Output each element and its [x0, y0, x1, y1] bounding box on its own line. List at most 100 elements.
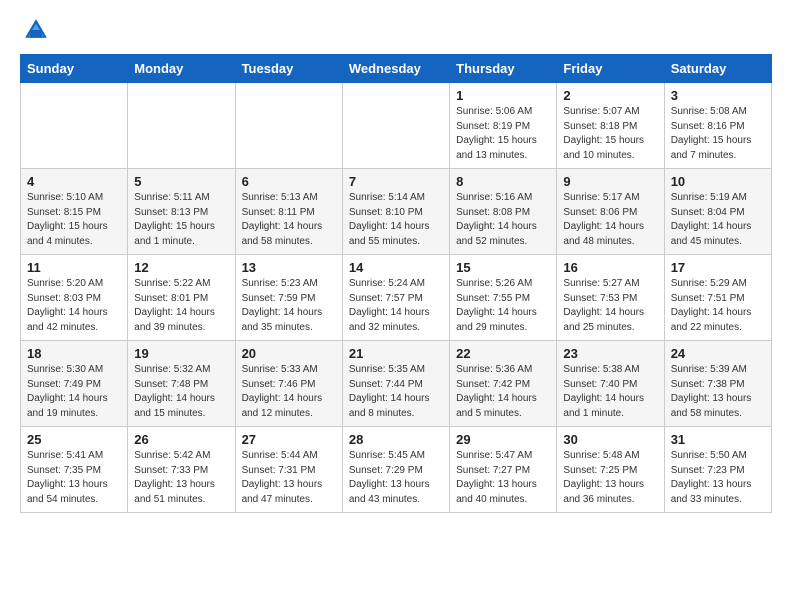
calendar-cell: [128, 83, 235, 169]
day-number: 8: [456, 174, 550, 189]
day-number: 30: [563, 432, 657, 447]
day-info: Sunrise: 5:19 AM Sunset: 8:04 PM Dayligh…: [671, 191, 765, 249]
day-info: Sunrise: 5:33 AM Sunset: 7:46 PM Dayligh…: [242, 363, 336, 421]
calendar-cell: 2Sunrise: 5:07 AM Sunset: 8:18 PM Daylig…: [557, 83, 664, 169]
day-number: 19: [134, 346, 228, 361]
calendar-cell: 8 Sunrise: 5:16 AM Sunset: 8:08 PM Daylig…: [450, 169, 557, 255]
calendar-week-row: 4 Sunrise: 5:10 AM Sunset: 8:15 PM Daylig…: [21, 169, 772, 255]
day-number: 12: [134, 260, 228, 275]
calendar-cell: 9 Sunrise: 5:17 AM Sunset: 8:06 PM Daylig…: [557, 169, 664, 255]
col-header-friday: Friday: [557, 55, 664, 83]
day-info: Sunrise: 5:44 AM Sunset: 7:31 PM Dayligh…: [242, 449, 336, 507]
day-number: 20: [242, 346, 336, 361]
day-number: 11: [27, 260, 121, 275]
day-info: Sunrise: 5:47 AM Sunset: 7:27 PM Dayligh…: [456, 449, 550, 507]
calendar-cell: [21, 83, 128, 169]
day-info: Sunrise: 5:50 AM Sunset: 7:23 PM Dayligh…: [671, 449, 765, 507]
page: SundayMondayTuesdayWednesdayThursdayFrid…: [0, 0, 792, 529]
logo-icon: [22, 16, 50, 44]
day-info: Sunrise: 5:14 AM Sunset: 8:10 PM Dayligh…: [349, 191, 443, 249]
calendar-cell: 22 Sunrise: 5:36 AM Sunset: 7:42 PM Dayli…: [450, 341, 557, 427]
day-info: Sunrise: 5:17 AM Sunset: 8:06 PM Dayligh…: [563, 191, 657, 249]
header: [20, 16, 772, 44]
calendar-cell: [235, 83, 342, 169]
day-info: Sunrise: 5:30 AM Sunset: 7:49 PM Dayligh…: [27, 363, 121, 421]
calendar-cell: 11 Sunrise: 5:20 AM Sunset: 8:03 PM Dayli…: [21, 255, 128, 341]
day-number: 1: [456, 88, 550, 103]
calendar-cell: 27 Sunrise: 5:44 AM Sunset: 7:31 PM Dayli…: [235, 427, 342, 513]
day-info: Sunrise: 5:48 AM Sunset: 7:25 PM Dayligh…: [563, 449, 657, 507]
calendar-cell: 3 Sunrise: 5:08 AM Sunset: 8:16 PM Daylig…: [664, 83, 771, 169]
calendar-week-row: 11 Sunrise: 5:20 AM Sunset: 8:03 PM Dayli…: [21, 255, 772, 341]
calendar-cell: 26 Sunrise: 5:42 AM Sunset: 7:33 PM Dayli…: [128, 427, 235, 513]
day-info: Sunrise: 5:06 AM Sunset: 8:19 PM Dayligh…: [456, 105, 550, 163]
day-number: 31: [671, 432, 765, 447]
calendar-week-row: 18 Sunrise: 5:30 AM Sunset: 7:49 PM Dayli…: [21, 341, 772, 427]
day-number: 24: [671, 346, 765, 361]
day-number: 26: [134, 432, 228, 447]
calendar-cell: 28 Sunrise: 5:45 AM Sunset: 7:29 PM Dayli…: [342, 427, 449, 513]
day-info: Sunrise: 5:26 AM Sunset: 7:55 PM Dayligh…: [456, 277, 550, 335]
calendar-week-row: 25 Sunrise: 5:41 AM Sunset: 7:35 PM Dayli…: [21, 427, 772, 513]
day-number: 28: [349, 432, 443, 447]
day-info: Sunrise: 5:22 AM Sunset: 8:01 PM Dayligh…: [134, 277, 228, 335]
day-info: Sunrise: 5:29 AM Sunset: 7:51 PM Dayligh…: [671, 277, 765, 335]
day-info: Sunrise: 5:36 AM Sunset: 7:42 PM Dayligh…: [456, 363, 550, 421]
day-number: 3: [671, 88, 765, 103]
day-info: Sunrise: 5:24 AM Sunset: 7:57 PM Dayligh…: [349, 277, 443, 335]
day-info: Sunrise: 5:23 AM Sunset: 7:59 PM Dayligh…: [242, 277, 336, 335]
col-header-saturday: Saturday: [664, 55, 771, 83]
day-info: Sunrise: 5:16 AM Sunset: 8:08 PM Dayligh…: [456, 191, 550, 249]
calendar-cell: 7 Sunrise: 5:14 AM Sunset: 8:10 PM Daylig…: [342, 169, 449, 255]
day-info: Sunrise: 5:35 AM Sunset: 7:44 PM Dayligh…: [349, 363, 443, 421]
calendar-cell: 21 Sunrise: 5:35 AM Sunset: 7:44 PM Dayli…: [342, 341, 449, 427]
day-number: 7: [349, 174, 443, 189]
day-number: 17: [671, 260, 765, 275]
day-number: 9: [563, 174, 657, 189]
calendar-cell: [342, 83, 449, 169]
day-number: 5: [134, 174, 228, 189]
calendar-cell: 19 Sunrise: 5:32 AM Sunset: 7:48 PM Dayli…: [128, 341, 235, 427]
calendar-cell: 18 Sunrise: 5:30 AM Sunset: 7:49 PM Dayli…: [21, 341, 128, 427]
day-number: 4: [27, 174, 121, 189]
day-number: 22: [456, 346, 550, 361]
calendar-cell: 1 Sunrise: 5:06 AM Sunset: 8:19 PM Daylig…: [450, 83, 557, 169]
calendar-cell: 24 Sunrise: 5:39 AM Sunset: 7:38 PM Dayli…: [664, 341, 771, 427]
day-number: 10: [671, 174, 765, 189]
calendar-cell: 6Sunrise: 5:13 AM Sunset: 8:11 PM Daylig…: [235, 169, 342, 255]
calendar-week-row: 1 Sunrise: 5:06 AM Sunset: 8:19 PM Daylig…: [21, 83, 772, 169]
calendar-cell: 23Sunrise: 5:38 AM Sunset: 7:40 PM Dayli…: [557, 341, 664, 427]
day-number: 29: [456, 432, 550, 447]
calendar-header-row: SundayMondayTuesdayWednesdayThursdayFrid…: [21, 55, 772, 83]
day-info: Sunrise: 5:32 AM Sunset: 7:48 PM Dayligh…: [134, 363, 228, 421]
calendar-cell: 13 Sunrise: 5:23 AM Sunset: 7:59 PM Dayli…: [235, 255, 342, 341]
calendar-cell: 17 Sunrise: 5:29 AM Sunset: 7:51 PM Dayli…: [664, 255, 771, 341]
calendar-cell: 5 Sunrise: 5:11 AM Sunset: 8:13 PM Daylig…: [128, 169, 235, 255]
day-info: Sunrise: 5:13 AM Sunset: 8:11 PM Dayligh…: [242, 191, 336, 249]
day-number: 14: [349, 260, 443, 275]
day-number: 18: [27, 346, 121, 361]
calendar-cell: 16Sunrise: 5:27 AM Sunset: 7:53 PM Dayli…: [557, 255, 664, 341]
col-header-tuesday: Tuesday: [235, 55, 342, 83]
day-number: 25: [27, 432, 121, 447]
calendar-cell: 25 Sunrise: 5:41 AM Sunset: 7:35 PM Dayli…: [21, 427, 128, 513]
col-header-sunday: Sunday: [21, 55, 128, 83]
calendar-table: SundayMondayTuesdayWednesdayThursdayFrid…: [20, 54, 772, 513]
calendar-cell: 15Sunrise: 5:26 AM Sunset: 7:55 PM Dayli…: [450, 255, 557, 341]
day-info: Sunrise: 5:11 AM Sunset: 8:13 PM Dayligh…: [134, 191, 228, 249]
day-info: Sunrise: 5:08 AM Sunset: 8:16 PM Dayligh…: [671, 105, 765, 163]
calendar-cell: 20 Sunrise: 5:33 AM Sunset: 7:46 PM Dayli…: [235, 341, 342, 427]
day-info: Sunrise: 5:45 AM Sunset: 7:29 PM Dayligh…: [349, 449, 443, 507]
day-info: Sunrise: 5:41 AM Sunset: 7:35 PM Dayligh…: [27, 449, 121, 507]
col-header-monday: Monday: [128, 55, 235, 83]
day-info: Sunrise: 5:07 AM Sunset: 8:18 PM Dayligh…: [563, 105, 657, 163]
day-number: 27: [242, 432, 336, 447]
day-number: 13: [242, 260, 336, 275]
calendar-cell: 10 Sunrise: 5:19 AM Sunset: 8:04 PM Dayli…: [664, 169, 771, 255]
day-info: Sunrise: 5:39 AM Sunset: 7:38 PM Dayligh…: [671, 363, 765, 421]
day-number: 21: [349, 346, 443, 361]
col-header-thursday: Thursday: [450, 55, 557, 83]
day-info: Sunrise: 5:42 AM Sunset: 7:33 PM Dayligh…: [134, 449, 228, 507]
day-info: Sunrise: 5:20 AM Sunset: 8:03 PM Dayligh…: [27, 277, 121, 335]
day-info: Sunrise: 5:10 AM Sunset: 8:15 PM Dayligh…: [27, 191, 121, 249]
